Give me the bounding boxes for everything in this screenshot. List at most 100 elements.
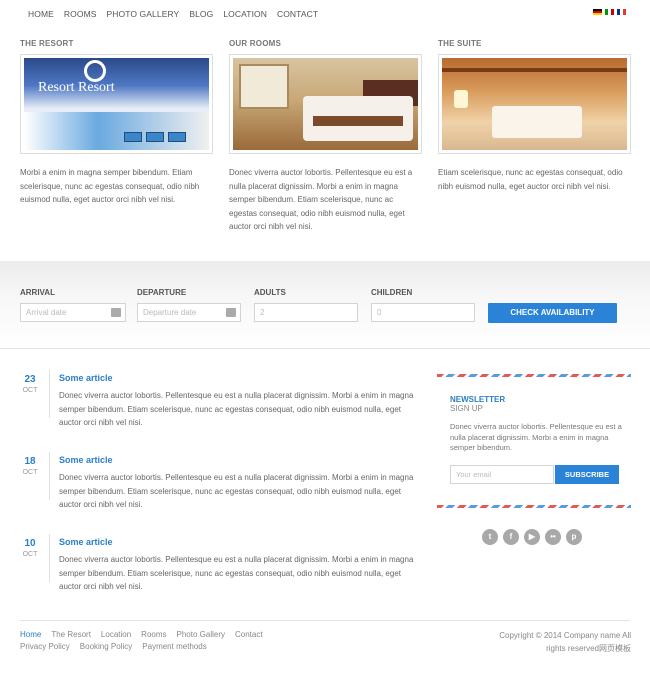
booking-bar: ARRIVAL Arrival date DEPARTURE Departure… <box>0 261 650 349</box>
feature-text: Donec viverra auctor lobortis. Pellentes… <box>229 168 413 231</box>
feature-title: OUR ROOMS <box>229 39 282 48</box>
youtube-icon[interactable]: ▶ <box>524 529 540 545</box>
adults-label: ADULTS <box>254 288 286 297</box>
article-date: 18 OCT <box>20 456 40 476</box>
feature-text: Morbi a enim in magna semper bibendum. E… <box>20 168 200 204</box>
language-switcher <box>593 9 626 15</box>
date-divider <box>49 370 50 418</box>
newsletter-email-input[interactable]: Your email <box>450 465 554 484</box>
bed-runner-shape <box>313 116 403 126</box>
article-day: 23 <box>24 374 36 385</box>
children-field: CHILDREN 0 <box>371 288 475 322</box>
footer-link-privacy-policy[interactable]: Privacy Policy <box>20 642 70 651</box>
children-label: CHILDREN <box>371 288 413 297</box>
suite-image <box>442 58 627 150</box>
adults-value: 2 <box>260 308 265 317</box>
twitter-icon[interactable]: t <box>482 529 498 545</box>
adults-input[interactable]: 2 <box>254 303 358 322</box>
pinterest-icon[interactable]: p <box>566 529 582 545</box>
suite-photo[interactable] <box>438 54 631 154</box>
article-text: Donec viverra auctor lobortis. Pellentes… <box>59 555 414 591</box>
italian-flag-icon[interactable] <box>605 9 614 15</box>
airmail-stripe <box>437 374 631 377</box>
date-divider <box>49 534 50 582</box>
flickr-icon[interactable]: •• <box>545 529 561 545</box>
newsletter-title: NEWSLETTER <box>450 395 506 404</box>
nav-contact[interactable]: CONTACT <box>277 9 318 19</box>
sunbed <box>146 132 164 142</box>
airmail-stripe <box>437 505 631 508</box>
rooms-photo[interactable] <box>229 54 422 154</box>
footer-link-booking-policy[interactable]: Booking Policy <box>80 642 132 651</box>
feature-rooms: OUR ROOMS Donec viverra auctor lobortis.… <box>229 39 422 234</box>
article-date: 23 OCT <box>20 374 40 394</box>
arrival-input[interactable]: Arrival date <box>20 303 126 322</box>
newsletter-box: NEWSLETTER SIGN UP Donec viverra auctor … <box>437 374 631 508</box>
article-month: OCT <box>22 551 38 558</box>
resort-photo[interactable]: Resort Resort <box>20 54 213 154</box>
article-day: 18 <box>24 456 36 467</box>
german-flag-icon[interactable] <box>593 9 602 15</box>
footer-link-rooms[interactable]: Rooms <box>141 630 166 639</box>
departure-label: DEPARTURE <box>137 288 187 297</box>
resort-image-text: Resort Resort <box>38 80 115 95</box>
copyright-text: Copyright © 2014 Company name All rights… <box>499 631 631 653</box>
arrival-field: ARRIVAL Arrival date <box>20 288 126 322</box>
window-shape <box>239 64 289 109</box>
article-title[interactable]: Some article <box>59 537 113 547</box>
footer-divider <box>20 620 630 621</box>
sunbed <box>168 132 186 142</box>
article-month: OCT <box>22 469 38 476</box>
departure-field: DEPARTURE Departure date <box>137 288 241 322</box>
adults-field: ADULTS 2 <box>254 288 358 322</box>
calendar-icon[interactable] <box>226 308 236 317</box>
nav-rooms[interactable]: ROOMS <box>64 9 97 19</box>
resort-image: Resort Resort <box>24 58 209 150</box>
departure-input[interactable]: Departure date <box>137 303 241 322</box>
article-title[interactable]: Some article <box>59 373 113 383</box>
footer-nav: Home The Resort Location Rooms Photo Gal… <box>20 630 263 639</box>
arrival-placeholder: Arrival date <box>26 308 67 317</box>
article-title[interactable]: Some article <box>59 455 113 465</box>
feature-title: THE RESORT <box>20 39 74 48</box>
features: THE RESORT Resort Resort Morbi a enim in… <box>20 39 631 234</box>
main-nav: HOME ROOMS PHOTO GALLERY BLOG LOCATION C… <box>28 9 318 19</box>
footer-link-the-resort[interactable]: The Resort <box>51 630 91 639</box>
footer-link-location[interactable]: Location <box>101 630 131 639</box>
nav-photo-gallery[interactable]: PHOTO GALLERY <box>107 9 180 19</box>
arrival-label: ARRIVAL <box>20 288 55 297</box>
feature-suite: THE SUITE Etiam scelerisque, nunc ac ege… <box>438 39 631 234</box>
nav-blog[interactable]: BLOG <box>189 9 213 19</box>
sunbed <box>124 132 142 142</box>
feature-title: THE SUITE <box>438 39 482 48</box>
ceiling-beam-shape <box>442 68 627 72</box>
footer-link-payment-methods[interactable]: Payment methods <box>142 642 206 651</box>
resort-logo-mark <box>84 60 106 82</box>
article-date: 10 OCT <box>20 538 40 558</box>
children-input[interactable]: 0 <box>371 303 475 322</box>
lamp-shape <box>454 90 468 108</box>
feature-resort: THE RESORT Resort Resort Morbi a enim in… <box>20 39 213 234</box>
bed-shape <box>492 106 582 138</box>
newsletter-text: Donec viverra auctor lobortis. Pellentes… <box>450 422 622 452</box>
newsletter-subtitle: SIGN UP <box>450 404 483 413</box>
article-month: OCT <box>22 387 38 394</box>
footer-link-contact[interactable]: Contact <box>235 630 263 639</box>
room-image <box>233 58 418 150</box>
facebook-icon[interactable]: f <box>503 529 519 545</box>
footer-policy-nav: Privacy Policy Booking Policy Payment me… <box>20 642 207 651</box>
footer-link-home[interactable]: Home <box>20 630 41 639</box>
article-text: Donec viverra auctor lobortis. Pellentes… <box>59 391 414 427</box>
calendar-icon[interactable] <box>111 308 121 317</box>
date-divider <box>49 452 50 500</box>
subscribe-button[interactable]: SUBSCRIBE <box>555 465 619 484</box>
social-links: t f ▶ •• p <box>482 529 582 545</box>
footer-link-photo-gallery[interactable]: Photo Gallery <box>177 630 225 639</box>
article-day: 10 <box>24 538 36 549</box>
nav-location[interactable]: LOCATION <box>223 9 267 19</box>
check-availability-button[interactable]: CHECK AVAILABILITY <box>488 303 617 323</box>
children-value: 0 <box>377 308 382 317</box>
article-text: Donec viverra auctor lobortis. Pellentes… <box>59 473 414 509</box>
nav-home[interactable]: HOME <box>28 9 54 19</box>
french-flag-icon[interactable] <box>617 9 626 15</box>
